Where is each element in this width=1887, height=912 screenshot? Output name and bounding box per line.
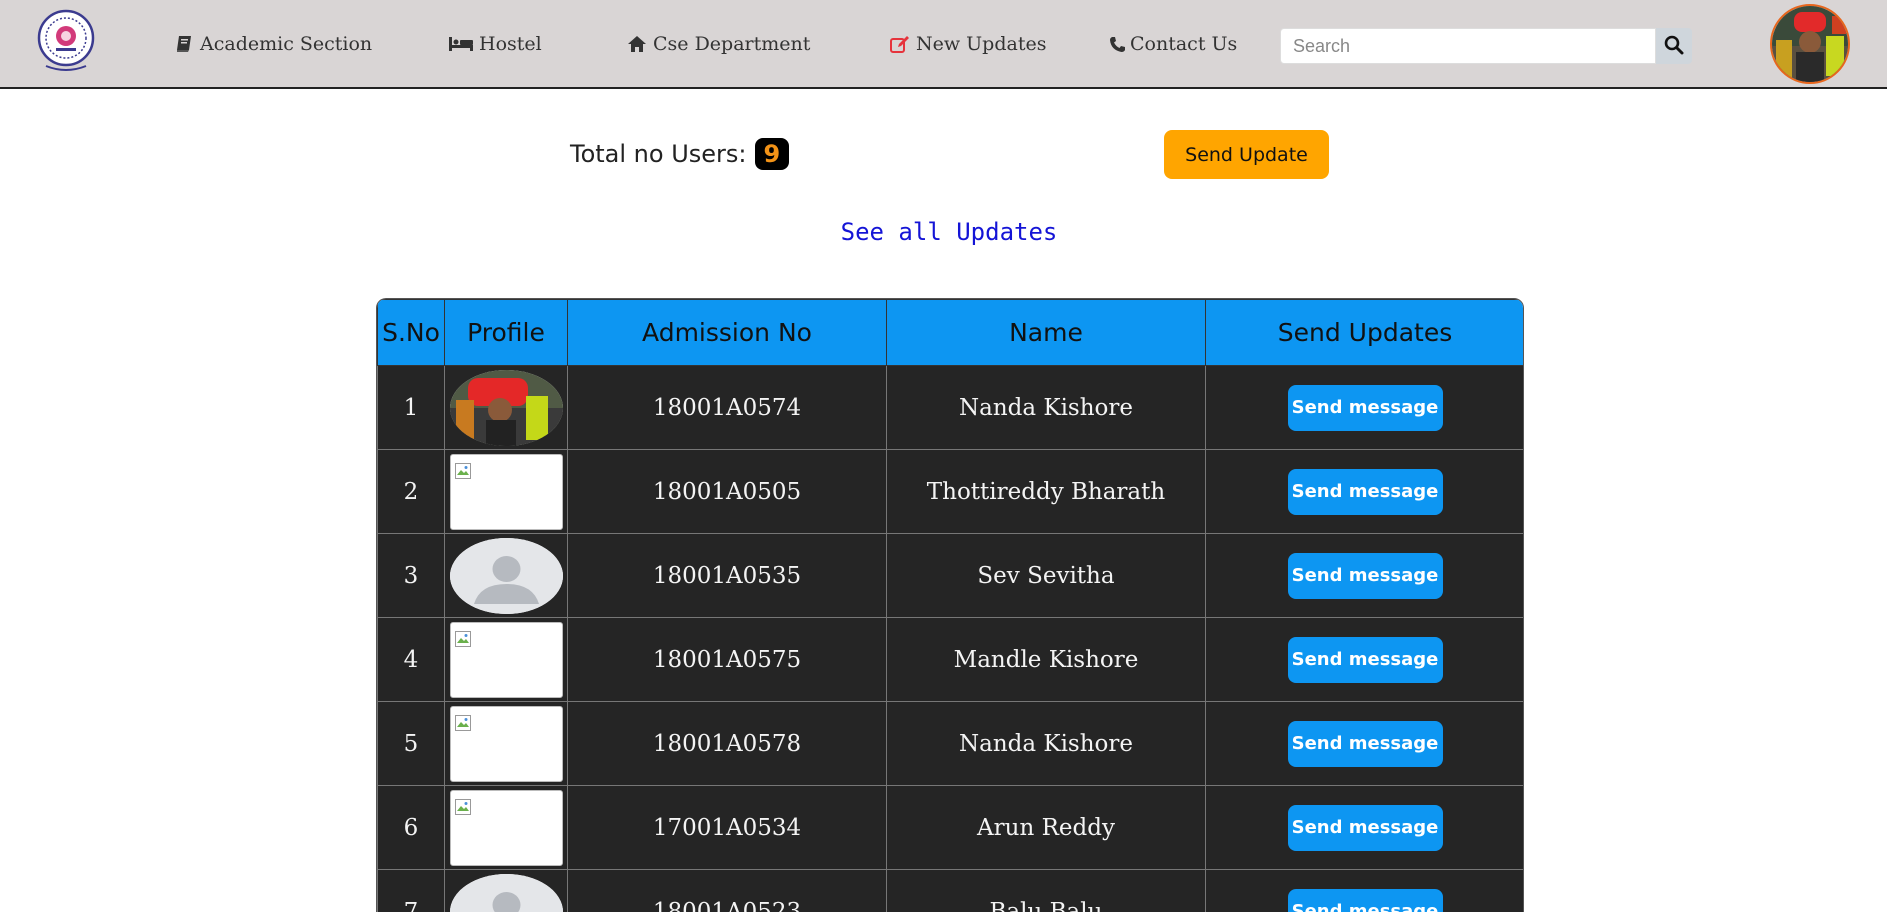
cell-action: Send message [1205, 785, 1523, 870]
university-logo[interactable] [36, 8, 96, 74]
cell-admission-no: 18001A0578 [567, 701, 887, 786]
broken-image [449, 789, 563, 866]
cell-sno: 3 [377, 533, 445, 618]
header-admission-no[interactable]: Admission No [567, 299, 887, 366]
cell-action: Send message [1205, 701, 1523, 786]
nav-label-hostel: Hostel [479, 33, 542, 55]
cell-profile [444, 785, 568, 870]
total-users-label: Total no Users: [570, 140, 747, 168]
cell-admission-no: 18001A0523 [567, 869, 887, 912]
table-row: 5 18001A0578 Nanda Kishore Send message [377, 701, 1523, 786]
default-avatar-image [449, 537, 563, 614]
header-name[interactable]: Name [886, 299, 1206, 366]
send-message-button[interactable]: Send message [1287, 888, 1443, 912]
broken-image-icon [454, 627, 471, 653]
cell-admission-no: 18001A0505 [567, 449, 887, 534]
table-row: 7 18001A0523 Balu Balu Send message [377, 869, 1523, 912]
user-avatar[interactable] [1770, 4, 1850, 84]
cell-admission-no: 17001A0534 [567, 785, 887, 870]
cell-profile [444, 617, 568, 702]
send-message-button[interactable]: Send message [1287, 636, 1443, 683]
broken-image-icon [454, 711, 471, 737]
navbar: Academic Section Hostel Cse Department N… [0, 0, 1887, 89]
header-profile[interactable]: Profile [444, 299, 568, 366]
table-row: 4 18001A0575 Mandle Kishore Send message [377, 617, 1523, 702]
cell-profile [444, 365, 568, 450]
broken-image-icon [454, 459, 471, 485]
phone-icon [1108, 34, 1126, 54]
send-update-button[interactable]: Send Update [1164, 130, 1329, 179]
cell-action: Send message [1205, 617, 1523, 702]
search-bar [1280, 28, 1692, 64]
cell-name: Mandle Kishore [886, 617, 1206, 702]
cell-name: Thottireddy Bharath [886, 449, 1206, 534]
cell-profile [444, 449, 568, 534]
send-message-button[interactable]: Send message [1287, 804, 1443, 851]
nav-label-new-updates: New Updates [916, 33, 1047, 55]
cell-name: Balu Balu [886, 869, 1206, 912]
send-message-button[interactable]: Send message [1287, 468, 1443, 515]
broken-image [449, 453, 563, 530]
bed-icon [449, 34, 473, 54]
header-send-updates[interactable]: Send Updates [1205, 299, 1523, 366]
cell-admission-no: 18001A0574 [567, 365, 887, 450]
send-message-button[interactable]: Send message [1287, 384, 1443, 431]
users-table: S.No Profile Admission No Name Send Upda… [377, 299, 1523, 912]
nav-label-contact-us: Contact Us [1130, 33, 1238, 55]
book-icon [174, 34, 194, 54]
nav-cse-department[interactable]: Cse Department [627, 30, 810, 58]
cell-action: Send message [1205, 365, 1523, 450]
nav-label-academic-section: Academic Section [200, 33, 373, 55]
cell-sno: 2 [377, 449, 445, 534]
search-icon [1664, 35, 1684, 58]
send-message-button[interactable]: Send message [1287, 552, 1443, 599]
cell-admission-no: 18001A0575 [567, 617, 887, 702]
nav-label-cse-department: Cse Department [653, 33, 811, 55]
nav-academic-section[interactable]: Academic Section [174, 30, 372, 58]
total-users: Total no Users: 9 [570, 138, 790, 170]
table-header-row: S.No Profile Admission No Name Send Upda… [377, 299, 1523, 366]
search-input[interactable] [1280, 28, 1656, 64]
header-sno[interactable]: S.No [377, 299, 445, 366]
default-avatar-image [449, 873, 563, 912]
cell-profile [444, 869, 568, 912]
home-icon [627, 34, 647, 54]
total-users-count-badge: 9 [754, 138, 790, 170]
cell-profile [444, 533, 568, 618]
profile-photo [449, 369, 563, 446]
cell-admission-no: 18001A0535 [567, 533, 887, 618]
send-message-button[interactable]: Send message [1287, 720, 1443, 767]
users-table-container: S.No Profile Admission No Name Send Upda… [376, 298, 1524, 912]
cell-name: Nanda Kishore [886, 701, 1206, 786]
cell-name: Nanda Kishore [886, 365, 1206, 450]
cell-name: Arun Reddy [886, 785, 1206, 870]
cell-sno: 5 [377, 701, 445, 786]
broken-image [449, 705, 563, 782]
edit-icon [890, 34, 910, 54]
cell-action: Send message [1205, 449, 1523, 534]
nav-contact-us[interactable]: Contact Us [1108, 30, 1237, 58]
cell-profile [444, 701, 568, 786]
nav-hostel[interactable]: Hostel [449, 30, 542, 58]
table-row: 6 17001A0534 Arun Reddy Send message [377, 785, 1523, 870]
cell-name: Sev Sevitha [886, 533, 1206, 618]
see-all-updates-link[interactable]: See all Updates [0, 218, 1887, 246]
broken-image-icon [454, 795, 471, 821]
table-row: 3 18001A0535 Sev Sevitha Send message [377, 533, 1523, 618]
table-row: 2 18001A0505 Thottireddy Bharath Send me… [377, 449, 1523, 534]
table-row: 1 18001A0574 Nanda Kishore Send message [377, 365, 1523, 450]
cell-action: Send message [1205, 869, 1523, 912]
cell-sno: 1 [377, 365, 445, 450]
cell-action: Send message [1205, 533, 1523, 618]
cell-sno: 4 [377, 617, 445, 702]
search-button[interactable] [1656, 28, 1692, 64]
cell-sno: 6 [377, 785, 445, 870]
nav-new-updates[interactable]: New Updates [890, 30, 1046, 58]
cell-sno: 7 [377, 869, 445, 912]
broken-image [449, 621, 563, 698]
